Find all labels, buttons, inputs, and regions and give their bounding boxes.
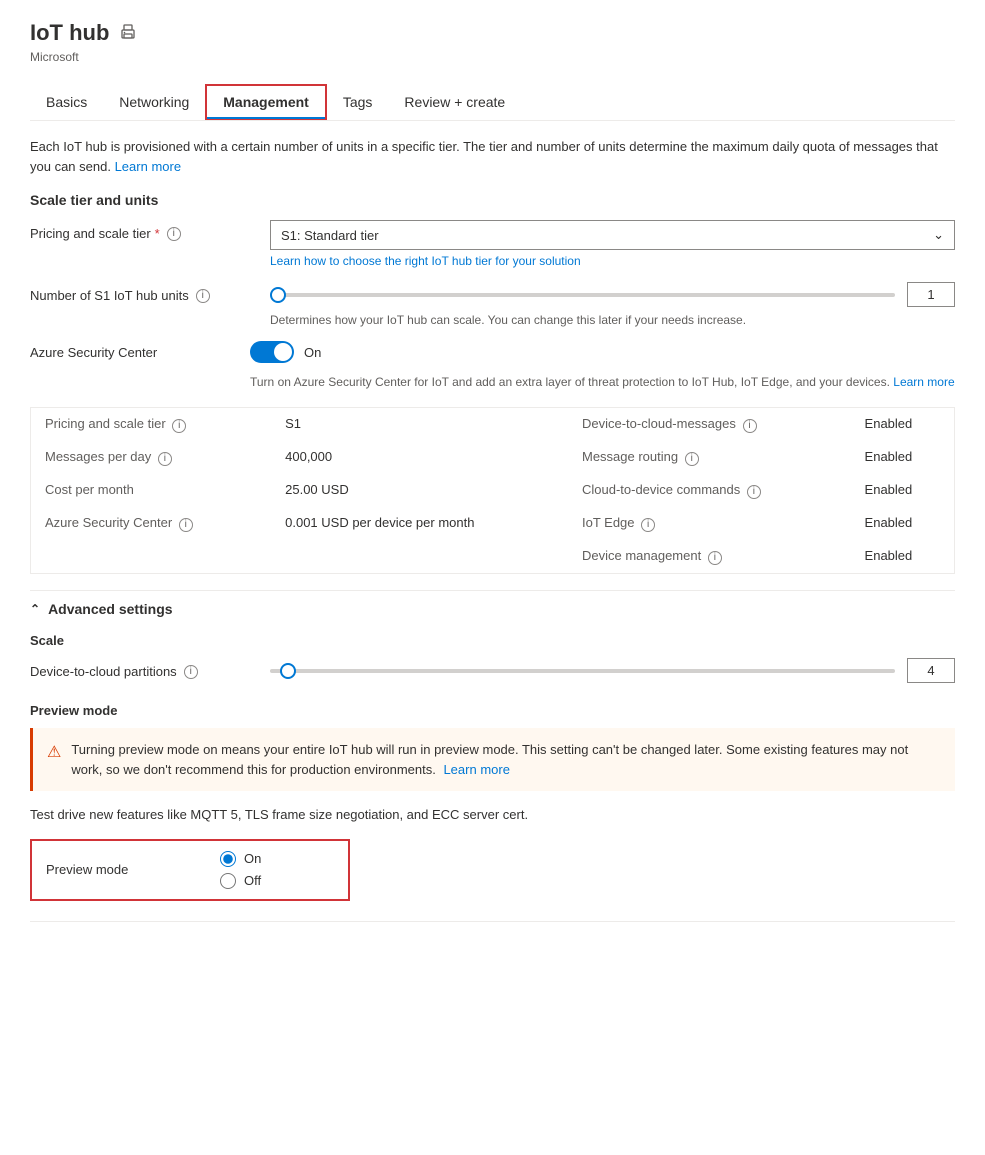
preview-on-option[interactable]: On	[220, 851, 261, 867]
description-learn-more-link[interactable]: Learn more	[115, 159, 181, 174]
description-text: Each IoT hub is provisioned with a certa…	[30, 137, 955, 176]
info-icon-messages[interactable]: i	[158, 452, 172, 466]
tab-tags[interactable]: Tags	[327, 86, 389, 118]
security-learn-more-link[interactable]: Learn more	[893, 375, 954, 389]
preview-mode-row: Preview mode On Off	[46, 851, 334, 889]
table-row: Messages per day i 400,000 Message routi…	[31, 441, 954, 474]
warning-text-container: Turning preview mode on means your entir…	[71, 740, 941, 779]
info-icon-ctd[interactable]: i	[747, 485, 761, 499]
table-row: Azure Security Center i 0.001 USD per de…	[31, 507, 954, 540]
page-header: IoT hub	[30, 20, 955, 46]
security-toggle-text: On	[304, 345, 321, 360]
partitions-control: 4	[270, 658, 955, 689]
units-info-icon[interactable]: i	[196, 289, 210, 303]
security-toggle[interactable]	[250, 341, 294, 363]
preview-warning-box: ⚠ Turning preview mode on means your ent…	[30, 728, 955, 791]
security-toggle-row: Azure Security Center On	[30, 341, 955, 363]
info-icon-routing[interactable]: i	[685, 452, 699, 466]
scale-section-header: Scale tier and units	[30, 192, 955, 208]
info-icon-devmgmt[interactable]: i	[708, 551, 722, 565]
pricing-dropdown[interactable]: S1: Standard tier ⌄	[270, 220, 955, 250]
units-value: 1	[907, 282, 955, 307]
pricing-row: Pricing and scale tier * i S1: Standard …	[30, 220, 955, 268]
info-icon-dtc[interactable]: i	[743, 419, 757, 433]
warning-learn-more-link[interactable]: Learn more	[443, 762, 509, 777]
pricing-label: Pricing and scale tier * i	[30, 220, 250, 241]
pricing-info-icon[interactable]: i	[167, 227, 181, 241]
bottom-divider	[30, 921, 955, 922]
tab-management[interactable]: Management	[205, 84, 327, 120]
test-drive-text: Test drive new features like MQTT 5, TLS…	[30, 805, 955, 825]
units-row: Number of S1 IoT hub units i 1 Determine…	[30, 282, 955, 327]
chevron-up-icon: ⌃	[30, 602, 40, 616]
partitions-info-icon[interactable]: i	[184, 665, 198, 679]
units-hint: Determines how your IoT hub can scale. Y…	[270, 313, 955, 327]
pricing-required: *	[155, 226, 160, 241]
info-icon-edge[interactable]: i	[641, 518, 655, 532]
page-subtitle: Microsoft	[30, 50, 955, 64]
info-icon-pricing[interactable]: i	[172, 419, 186, 433]
preview-off-option[interactable]: Off	[220, 873, 261, 889]
preview-mode-label: Preview mode	[46, 862, 206, 877]
preview-on-radio[interactable]	[220, 851, 236, 867]
units-control: 1 Determines how your IoT hub can scale.…	[270, 282, 955, 327]
security-label: Azure Security Center	[30, 341, 250, 360]
preview-mode-header: Preview mode	[30, 703, 955, 718]
partitions-row: Device-to-cloud partitions i 4	[30, 658, 955, 689]
pricing-hint-link[interactable]: Learn how to choose the right IoT hub ti…	[270, 254, 955, 268]
warning-icon: ⚠	[47, 741, 61, 765]
units-slider-row: 1	[270, 282, 955, 307]
tab-networking[interactable]: Networking	[103, 86, 205, 118]
preview-off-radio[interactable]	[220, 873, 236, 889]
tab-review[interactable]: Review + create	[388, 86, 521, 118]
units-label: Number of S1 IoT hub units i	[30, 282, 250, 303]
info-icon-security[interactable]: i	[179, 518, 193, 532]
radio-options: On Off	[220, 851, 261, 889]
print-icon[interactable]	[119, 23, 137, 44]
table-row: Device management i Enabled	[31, 540, 954, 573]
dropdown-chevron-icon: ⌄	[933, 227, 944, 243]
tab-basics[interactable]: Basics	[30, 86, 103, 118]
scale-sub-header: Scale	[30, 633, 955, 648]
security-description: Turn on Azure Security Center for IoT an…	[30, 373, 955, 391]
table-row: Cost per month 25.00 USD Cloud-to-device…	[31, 474, 954, 507]
partitions-label: Device-to-cloud partitions i	[30, 658, 250, 679]
page-title: IoT hub	[30, 20, 109, 46]
partitions-slider-row: 4	[270, 658, 955, 683]
security-toggle-control: On	[250, 341, 321, 363]
partitions-value: 4	[907, 658, 955, 683]
units-slider[interactable]	[270, 293, 895, 297]
advanced-settings-header[interactable]: ⌃ Advanced settings	[30, 590, 955, 617]
pricing-control: S1: Standard tier ⌄ Learn how to choose …	[270, 220, 955, 268]
info-table: Pricing and scale tier i S1 Device-to-cl…	[30, 407, 955, 574]
partitions-slider[interactable]	[270, 669, 895, 673]
preview-mode-radio-section: Preview mode On Off	[30, 839, 350, 901]
tab-bar: Basics Networking Management Tags Review…	[30, 84, 955, 121]
security-row: Azure Security Center On Turn on Azure S…	[30, 341, 955, 391]
table-row: Pricing and scale tier i S1 Device-to-cl…	[31, 408, 954, 441]
